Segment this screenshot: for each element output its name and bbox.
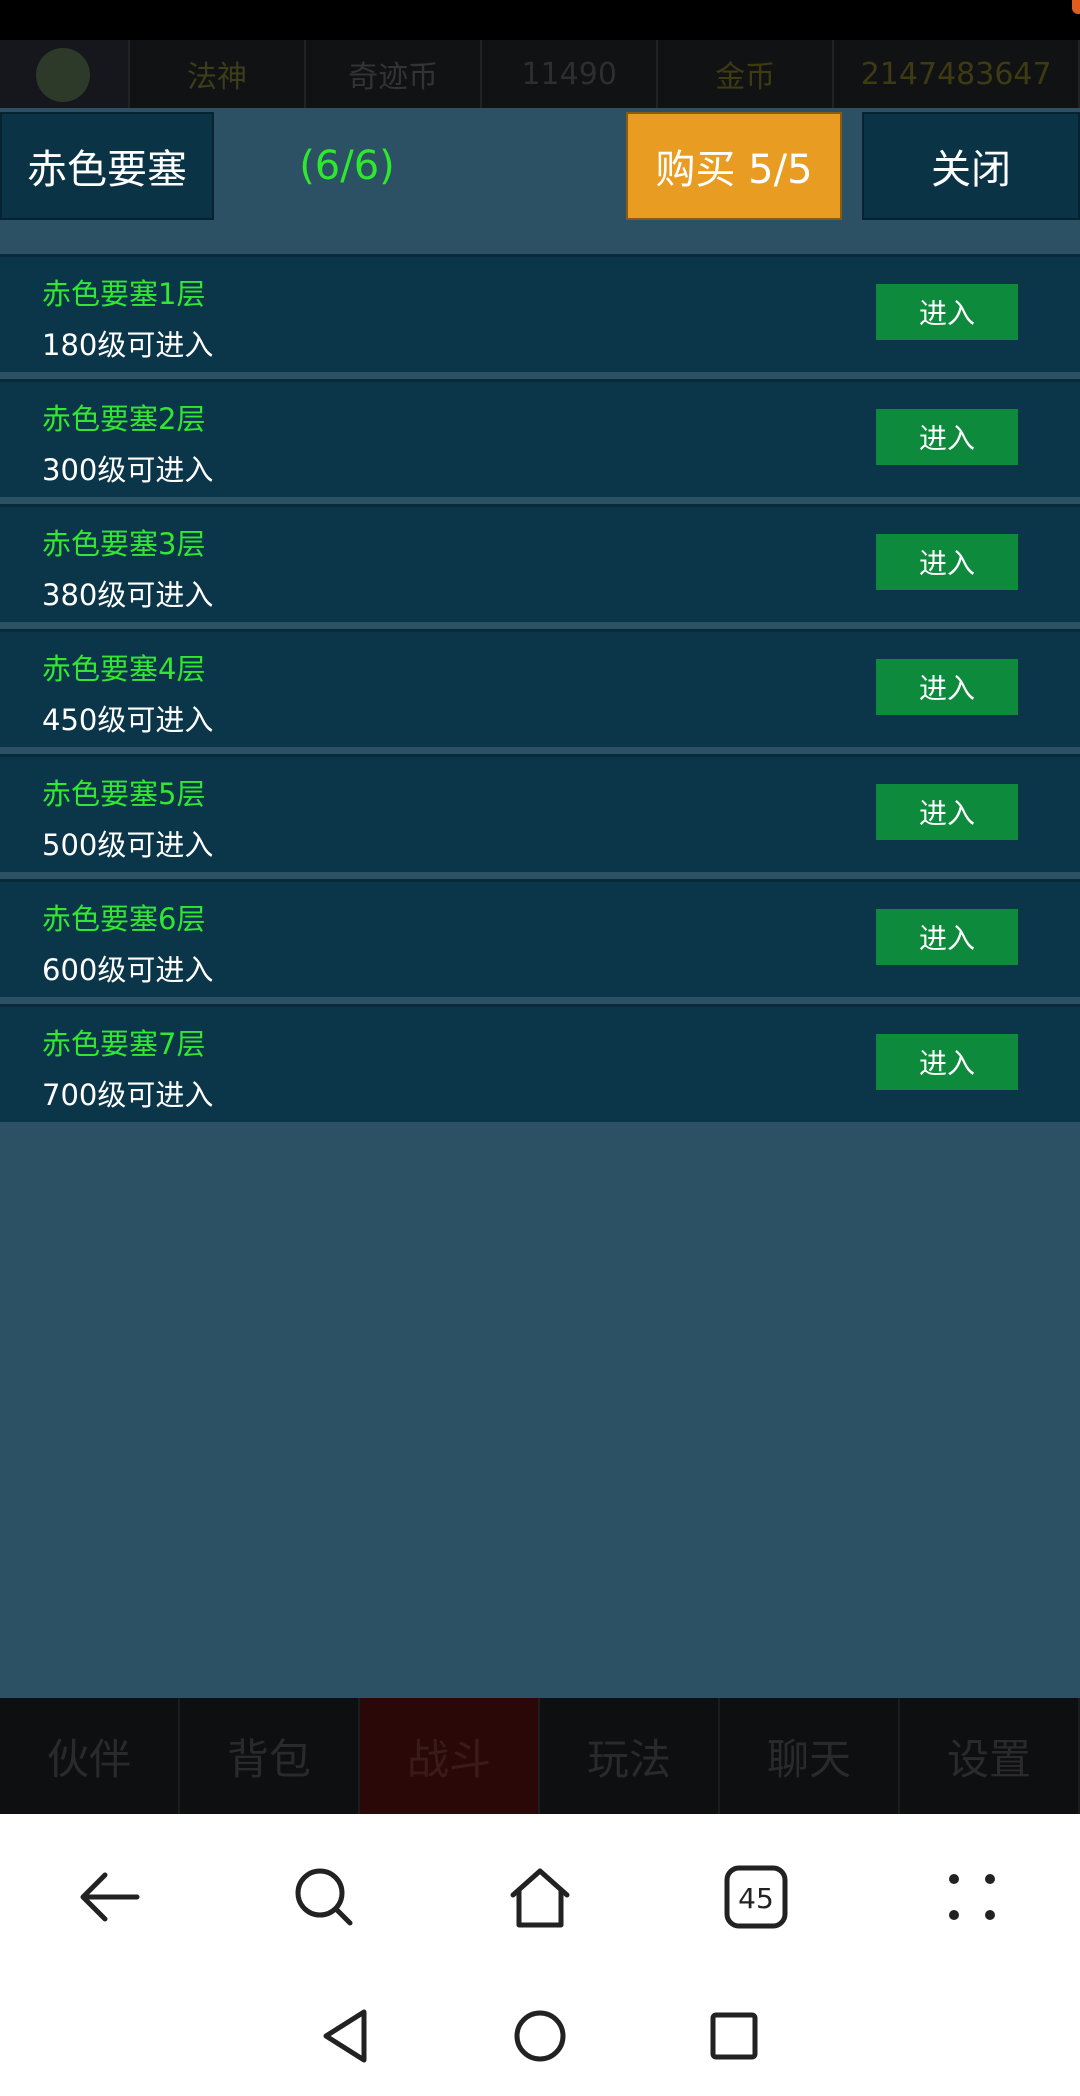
avatar-face-icon bbox=[36, 48, 90, 102]
avatar[interactable] bbox=[0, 40, 130, 108]
list-item: 赤色要塞3层 380级可进入 进入 bbox=[0, 504, 1080, 622]
tab-battle[interactable]: 战斗 bbox=[360, 1698, 540, 1814]
triangle-back-icon[interactable] bbox=[320, 2008, 372, 2068]
floor-name: 赤色要塞4层 bbox=[42, 652, 206, 686]
list-item: 赤色要塞2层 300级可进入 进入 bbox=[0, 379, 1080, 497]
miracle-coin-label: 奇迹币 bbox=[306, 40, 483, 108]
fortress-panel: 赤色要塞 (6/6) 购买 5/5 关闭 赤色要塞1层 180级可进入 进入 赤… bbox=[0, 108, 1080, 1698]
circle-home-icon[interactable] bbox=[512, 2008, 568, 2068]
search-icon[interactable] bbox=[284, 1857, 364, 1937]
back-arrow-icon[interactable] bbox=[68, 1857, 148, 1937]
browser-toolbar: 45 bbox=[0, 1814, 1080, 1980]
tabs-count-icon[interactable]: 45 bbox=[716, 1857, 796, 1937]
list-item: 赤色要塞4层 450级可进入 进入 bbox=[0, 629, 1080, 747]
tabs-count: 45 bbox=[738, 1882, 774, 1915]
floor-requirement: 600级可进入 bbox=[42, 953, 214, 987]
floor-name: 赤色要塞5层 bbox=[42, 777, 206, 811]
floor-name: 赤色要塞2层 bbox=[42, 402, 206, 436]
enter-button[interactable]: 进入 bbox=[876, 909, 1018, 965]
floor-name: 赤色要塞1层 bbox=[42, 277, 206, 311]
tab-chat[interactable]: 聊天 bbox=[720, 1698, 900, 1814]
enter-button[interactable]: 进入 bbox=[876, 534, 1018, 590]
enter-button[interactable]: 进入 bbox=[876, 1034, 1018, 1090]
floor-name: 赤色要塞7层 bbox=[42, 1027, 206, 1061]
enter-button[interactable]: 进入 bbox=[876, 284, 1018, 340]
gold-value: 2147483647 bbox=[834, 40, 1080, 108]
enter-button[interactable]: 进入 bbox=[876, 409, 1018, 465]
list-item: 赤色要塞7层 700级可进入 进入 bbox=[0, 1004, 1080, 1122]
home-icon[interactable] bbox=[500, 1857, 580, 1937]
miracle-coin-value: 11490 bbox=[482, 40, 659, 108]
list-item: 赤色要塞5层 500级可进入 进入 bbox=[0, 754, 1080, 872]
floor-list: 赤色要塞1层 180级可进入 进入 赤色要塞2层 300级可进入 进入 赤色要塞… bbox=[0, 254, 1080, 1129]
close-button[interactable]: 关闭 bbox=[862, 112, 1080, 220]
gold-label: 金币 bbox=[658, 40, 835, 108]
fortress-title-button[interactable]: 赤色要塞 bbox=[0, 112, 214, 220]
floor-requirement: 300级可进入 bbox=[42, 453, 214, 487]
list-item: 赤色要塞1层 180级可进入 进入 bbox=[0, 254, 1080, 372]
floor-name: 赤色要塞6层 bbox=[42, 902, 206, 936]
floor-requirement: 700级可进入 bbox=[42, 1078, 214, 1112]
enter-button[interactable]: 进入 bbox=[876, 784, 1018, 840]
entry-count: (6/6) bbox=[299, 143, 395, 189]
floor-name: 赤色要塞3层 bbox=[42, 527, 206, 561]
class-label: 法神 bbox=[130, 40, 307, 108]
tab-bag[interactable]: 背包 bbox=[180, 1698, 360, 1814]
tab-gameplay[interactable]: 玩法 bbox=[540, 1698, 720, 1814]
notification-indicator bbox=[1072, 0, 1080, 14]
system-navigation-bar bbox=[0, 1980, 1080, 2096]
enter-button[interactable]: 进入 bbox=[876, 659, 1018, 715]
game-header: 法神 奇迹币 11490 金币 2147483647 bbox=[0, 40, 1080, 108]
buy-button[interactable]: 购买 5/5 bbox=[626, 112, 842, 220]
list-item: 赤色要塞6层 600级可进入 进入 bbox=[0, 879, 1080, 997]
status-bar bbox=[0, 0, 1080, 40]
square-recents-icon[interactable] bbox=[708, 2010, 760, 2066]
floor-requirement: 380级可进入 bbox=[42, 578, 214, 612]
tab-partner[interactable]: 伙伴 bbox=[0, 1698, 180, 1814]
more-dots-icon[interactable] bbox=[932, 1857, 1012, 1937]
bottom-tab-bar: 伙伴 背包 战斗 玩法 聊天 设置 bbox=[0, 1698, 1080, 1814]
floor-requirement: 450级可进入 bbox=[42, 703, 214, 737]
floor-requirement: 500级可进入 bbox=[42, 828, 214, 862]
panel-toolbar: 赤色要塞 (6/6) 购买 5/5 关闭 bbox=[0, 108, 1080, 224]
tab-settings[interactable]: 设置 bbox=[900, 1698, 1080, 1814]
floor-requirement: 180级可进入 bbox=[42, 328, 214, 362]
